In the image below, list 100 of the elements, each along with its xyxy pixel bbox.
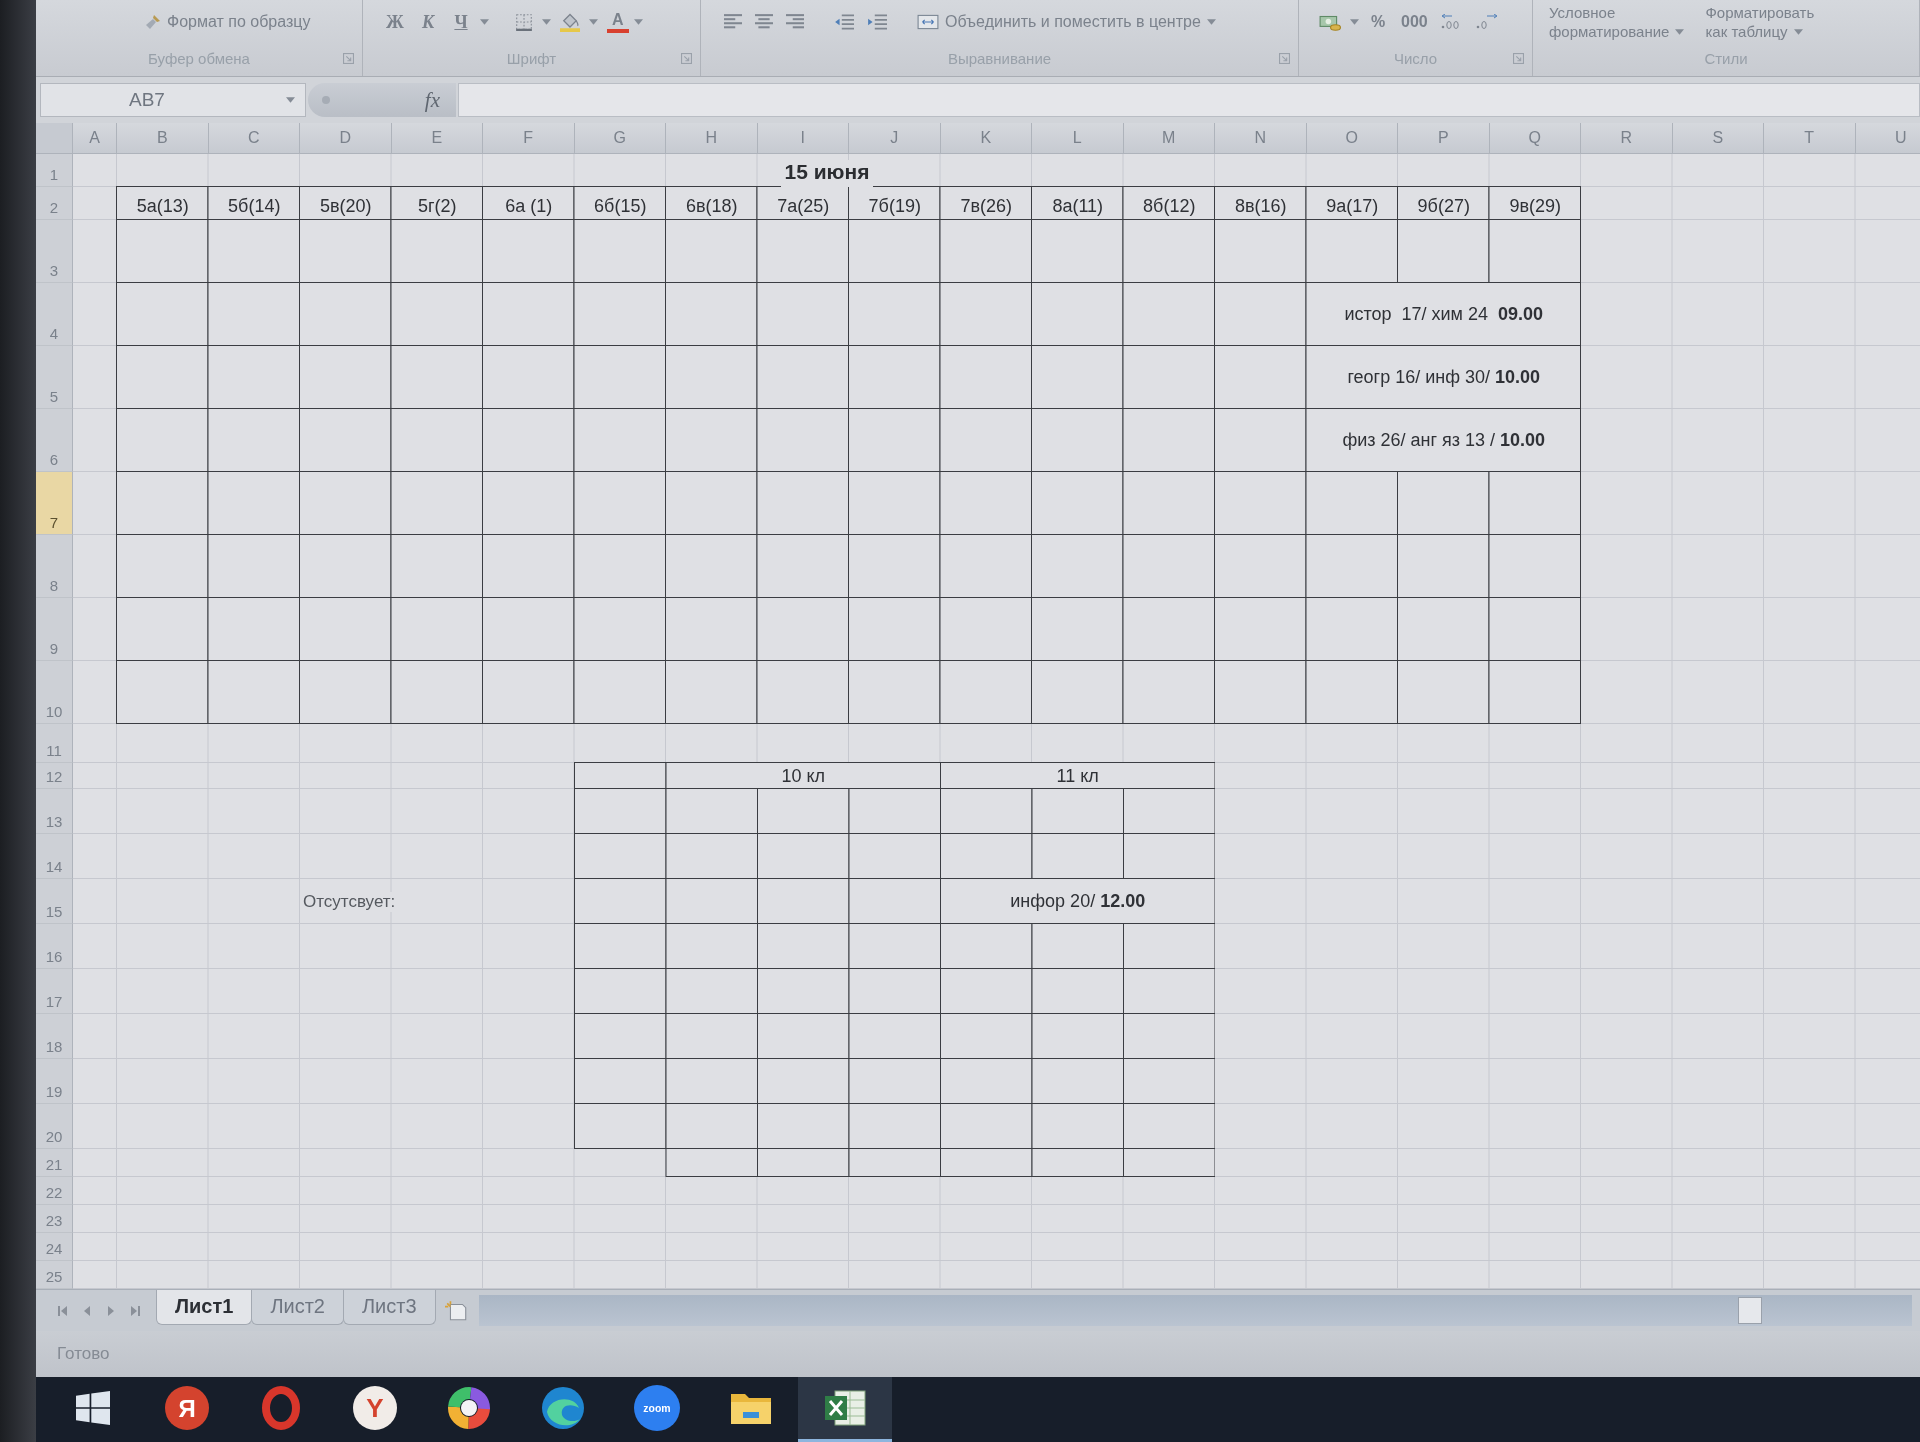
scrollbar-thumb[interactable] [1738,1297,1762,1324]
taskbar-app-button[interactable]: zoom [610,1377,704,1442]
caret-icon[interactable] [542,19,551,25]
row-header[interactable]: 11 [36,724,73,763]
percent-button[interactable]: % [1364,10,1392,34]
column-header[interactable]: D [300,123,392,154]
caret-icon[interactable] [589,19,598,25]
sheet-tab[interactable]: Лист1 [156,1290,253,1325]
caret-icon[interactable] [480,19,489,25]
row-header[interactable]: 8 [36,535,73,598]
row-header[interactable]: 4 [36,283,73,346]
row-header[interactable]: 20 [36,1104,73,1149]
row-header[interactable]: 3 [36,220,73,283]
column-header[interactable]: L [1032,123,1124,154]
dot-icon [322,96,330,104]
select-all-button[interactable] [36,123,73,154]
indent-decrease-icon [834,14,854,30]
merge-center-button[interactable]: Объединить и поместить в центре [913,10,1220,34]
status-text: Готово [57,1344,110,1364]
letter-disc-icon: Y [353,1386,397,1430]
column-header[interactable]: G [574,123,666,154]
column-header[interactable]: O [1306,123,1398,154]
formula-field[interactable] [458,83,1920,117]
class-label: 8а(11) [1052,196,1104,217]
class-label: 6а (1) [505,196,553,217]
column-header[interactable]: C [208,123,300,154]
row-header[interactable]: 16 [36,924,73,969]
row-header[interactable]: 2 [36,187,73,220]
bold-button[interactable]: Ж [381,8,409,36]
caret-icon[interactable] [1793,28,1803,35]
column-header[interactable]: P [1398,123,1490,154]
row-header[interactable]: 18 [36,1014,73,1059]
column-header[interactable]: J [849,123,941,154]
row-header[interactable]: 14 [36,834,73,879]
class-label: 9б(27) [1417,196,1470,217]
row-header[interactable]: 12 [36,763,73,789]
column-header[interactable]: M [1123,123,1215,154]
row-header[interactable]: 24 [36,1233,73,1261]
letter-disc-icon: zoom [634,1385,680,1431]
taskbar-app-button[interactable]: Я [140,1377,234,1442]
column-header[interactable]: S [1672,123,1764,154]
money-icon [1319,13,1341,31]
horizontal-scrollbar[interactable] [478,1295,1912,1326]
first-arrow-icon [57,1304,69,1317]
caret-icon[interactable] [1350,19,1359,25]
row-header[interactable]: 7 [36,472,73,535]
format-as-table-button[interactable]: Форматировать как таблицу [1697,3,1823,41]
row-header[interactable]: 21 [36,1149,73,1177]
dialog-launcher-icon[interactable] [1513,52,1524,64]
dialog-launcher-icon[interactable] [343,52,354,64]
sheet-tab[interactable]: Лист3 [342,1290,436,1325]
conditional-formatting-button[interactable]: Условное форматирование [1541,3,1693,41]
row-header[interactable]: 15 [36,879,73,924]
column-header[interactable]: B [117,123,209,154]
last-arrow-icon [129,1304,141,1317]
caret-icon[interactable] [633,19,643,25]
column-header[interactable]: Q [1489,123,1581,154]
row-header[interactable]: 6 [36,409,73,472]
class-label: 6в(18) [685,196,738,217]
row-header[interactable]: 25 [36,1261,73,1289]
caret-icon[interactable] [286,97,295,103]
row-header[interactable]: 17 [36,969,73,1014]
insert-function-button[interactable]: fx [308,83,456,117]
row-header[interactable]: 13 [36,789,73,834]
row-header[interactable]: 9 [36,598,73,661]
column-header[interactable]: H [666,123,758,154]
row-header[interactable]: 10 [36,661,73,724]
class-label: 7б(19) [868,196,921,217]
thousands-button[interactable]: 000 [1397,10,1432,34]
caret-icon[interactable] [1675,28,1685,35]
taskbar-app-button[interactable]: Y [328,1377,422,1442]
name-box[interactable]: AB7 [40,83,306,117]
class-label: 5а(13) [136,196,189,217]
row-header[interactable]: 23 [36,1205,73,1233]
caret-icon[interactable] [1206,19,1216,25]
font-color-button[interactable]: A [607,11,629,33]
column-header[interactable]: U [1855,123,1920,154]
taskbar-app-button[interactable] [798,1377,892,1442]
column-header[interactable]: N [1215,123,1307,154]
column-header[interactable]: R [1581,123,1673,154]
sheet-tab[interactable]: Лист2 [251,1290,344,1325]
row-header[interactable]: 1 [36,154,73,187]
row-header[interactable]: 22 [36,1177,73,1205]
row-header[interactable]: 19 [36,1059,73,1104]
italic-button[interactable]: К [414,8,442,36]
column-header[interactable]: I [757,123,849,154]
class-label: 8б(12) [1143,196,1196,217]
column-header[interactable]: A [73,123,117,154]
column-header[interactable]: F [483,123,575,154]
dialog-launcher-icon[interactable] [681,52,692,64]
class-label: 9а(17) [1326,196,1379,217]
column-header[interactable]: E [391,123,483,154]
format-painter-button[interactable]: Формат по образцу [141,10,315,34]
row-header[interactable]: 5 [36,346,73,409]
underline-button[interactable]: Ч [447,8,475,36]
exam-note: инфор 20/ 12.00 [1010,891,1146,912]
column-header[interactable]: T [1764,123,1856,154]
dialog-launcher-icon[interactable] [1279,52,1290,64]
class-label: 5б(14) [228,196,281,217]
column-header[interactable]: K [940,123,1032,154]
